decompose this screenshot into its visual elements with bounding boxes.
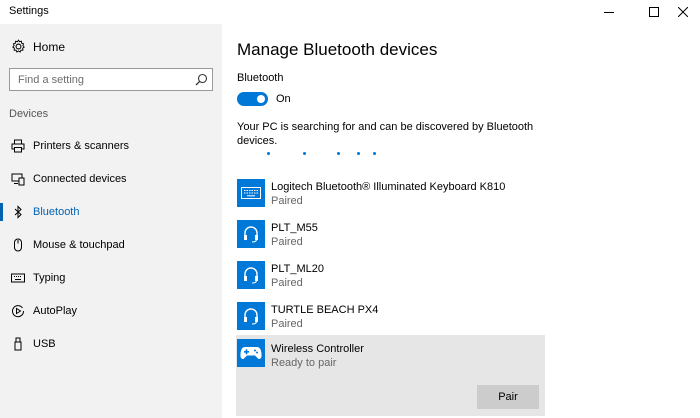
bluetooth-label: Bluetooth [237, 72, 284, 84]
sidebar-item-connected-devices[interactable]: Connected devices [0, 165, 222, 193]
search-icon [195, 73, 208, 86]
main-content: Manage Bluetooth devices Bluetooth On Yo… [222, 24, 700, 418]
bluetooth-icon [14, 205, 22, 219]
device-name: TURTLE BEACH PX4 [271, 304, 379, 316]
keyboard-icon [237, 179, 265, 207]
progress-dot [303, 152, 306, 155]
sidebar-item-label: Printers & scanners [33, 140, 129, 152]
gamepad-icon [237, 339, 265, 367]
connected-devices-icon [11, 173, 25, 186]
gear-icon [12, 39, 25, 53]
sidebar-item-label: Bluetooth [33, 206, 80, 218]
sidebar-item-usb[interactable]: USB [0, 330, 222, 358]
sidebar-item-label: USB [33, 338, 56, 350]
title-bar: Settings [0, 0, 700, 24]
search-placeholder: Find a setting [18, 74, 85, 86]
maximize-icon [649, 7, 659, 17]
sidebar-item-label: Typing [33, 272, 66, 284]
minimize-icon [604, 12, 614, 13]
device-name: Wireless Controller [271, 343, 364, 355]
pair-button[interactable]: Pair [477, 385, 539, 409]
toggle-knob [257, 95, 265, 103]
printer-icon [11, 139, 25, 153]
progress-dot [373, 152, 376, 155]
device-item-turtle-beach[interactable]: TURTLE BEACH PX4 Paired [236, 299, 546, 337]
sidebar-item-label: AutoPlay [33, 305, 78, 317]
sidebar: Home Find a setting Devices Printers & s… [0, 24, 222, 418]
sidebar-item-autoplay[interactable]: AutoPlay [0, 297, 222, 325]
sidebar-item-home[interactable]: Home [0, 36, 222, 58]
device-name: PLT_ML20 [271, 263, 324, 275]
bluetooth-toggle[interactable] [237, 92, 268, 106]
sidebar-item-label: Connected devices [33, 173, 127, 185]
sidebar-item-bluetooth[interactable]: Bluetooth [0, 198, 222, 226]
page-title: Manage Bluetooth devices [237, 40, 438, 59]
section-label: Devices [9, 108, 49, 120]
usb-icon [14, 337, 22, 351]
progress-dot [267, 152, 270, 155]
searching-text: Your PC is searching for and can be disc… [237, 121, 534, 147]
active-indicator [0, 203, 3, 221]
search-input[interactable]: Find a setting [9, 68, 213, 91]
sidebar-item-label: Mouse & touchpad [33, 239, 125, 251]
device-item-keyboard[interactable]: Logitech Bluetooth® Illuminated Keyboard… [236, 176, 546, 214]
window-title: Settings [9, 5, 49, 17]
close-icon [678, 7, 688, 17]
autoplay-icon [12, 305, 25, 318]
device-status: Paired [271, 236, 303, 248]
close-button[interactable] [666, 0, 700, 24]
keyboard-icon [11, 273, 25, 283]
mouse-icon [14, 238, 22, 252]
minimize-button[interactable] [592, 0, 626, 24]
sidebar-item-mouse-touchpad[interactable]: Mouse & touchpad [0, 231, 222, 259]
device-item-plt-ml20[interactable]: PLT_ML20 Paired [236, 258, 546, 296]
device-status: Ready to pair [271, 357, 337, 369]
sidebar-item-typing[interactable]: Typing [0, 264, 222, 292]
device-item-wireless-controller[interactable]: Wireless Controller Ready to pair Pair [236, 335, 545, 416]
headset-icon [237, 220, 265, 248]
searching-progress [237, 152, 397, 158]
device-item-plt-m55[interactable]: PLT_M55 Paired [236, 217, 546, 255]
progress-dot [357, 152, 360, 155]
headset-icon [237, 261, 265, 289]
device-name: PLT_M55 [271, 222, 318, 234]
sidebar-item-printers[interactable]: Printers & scanners [0, 132, 222, 160]
device-status: Paired [271, 318, 303, 330]
toggle-state: On [276, 93, 291, 105]
progress-dot [337, 152, 340, 155]
device-name: Logitech Bluetooth® Illuminated Keyboard… [271, 181, 506, 193]
device-status: Paired [271, 195, 303, 207]
device-status: Paired [271, 277, 303, 289]
headset-icon [237, 302, 265, 330]
home-label: Home [33, 40, 66, 54]
